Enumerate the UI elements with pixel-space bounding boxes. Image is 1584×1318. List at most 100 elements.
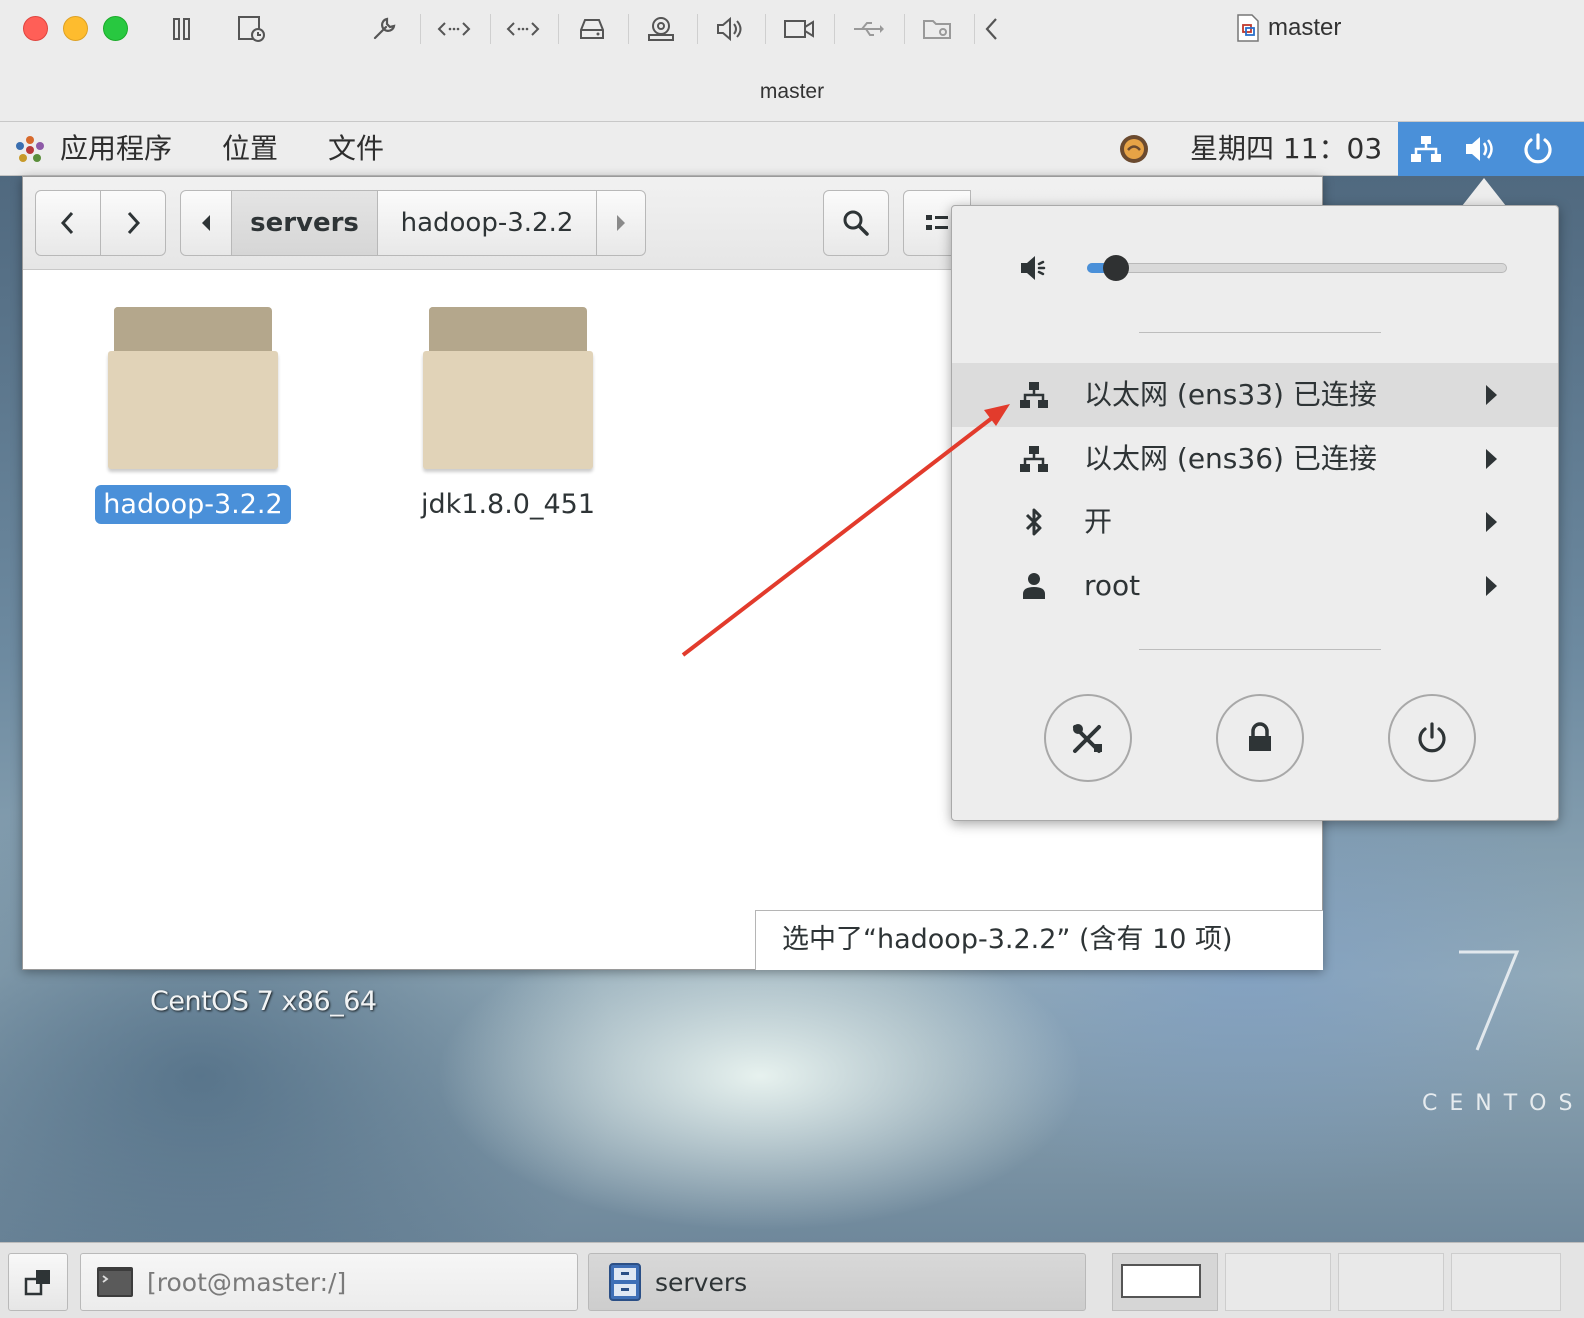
network-icon bbox=[1016, 441, 1052, 477]
centos-seven-logo-icon bbox=[1459, 950, 1520, 1051]
system-status-area[interactable] bbox=[1398, 122, 1584, 176]
lock-screen-button[interactable] bbox=[1216, 694, 1304, 782]
tray-app-icon[interactable] bbox=[1118, 133, 1150, 169]
taskbar-label: servers bbox=[655, 1267, 748, 1297]
close-window-button[interactable] bbox=[23, 16, 48, 41]
triangle-left-icon bbox=[202, 215, 210, 231]
file-name: hadoop-3.2.2 bbox=[95, 485, 291, 524]
vm-document-title: master bbox=[1236, 10, 1341, 46]
volume-muted-icon bbox=[1018, 252, 1052, 288]
menu-files[interactable]: 文件 bbox=[328, 122, 384, 176]
breadcrumb-label: hadoop-3.2.2 bbox=[400, 208, 574, 238]
chevron-right-icon bbox=[127, 211, 141, 235]
selection-status-bar: 选中了“hadoop-3.2.2” (含有 10 项) bbox=[755, 910, 1323, 970]
volume-row bbox=[952, 246, 1558, 290]
system-menu: 以太网 (ens33) 已连接 以太网 (ens36) 已连接 开 root bbox=[951, 205, 1559, 821]
zoom-window-button[interactable] bbox=[103, 16, 128, 41]
terminal-icon bbox=[97, 1267, 133, 1297]
speaker-icon[interactable] bbox=[710, 10, 750, 48]
workspace-1[interactable] bbox=[1112, 1253, 1218, 1311]
toolbar-divider bbox=[904, 14, 905, 44]
power-icon bbox=[1518, 130, 1558, 168]
bottom-taskbar: [root@master:/] servers bbox=[0, 1242, 1584, 1318]
window-title: master bbox=[759, 80, 825, 103]
file-name: jdk1.8.0_451 bbox=[420, 489, 595, 520]
menu-places[interactable]: 位置 bbox=[222, 122, 278, 176]
vm-window-titlebar: master master bbox=[0, 0, 1584, 122]
minimize-window-button[interactable] bbox=[63, 16, 88, 41]
code-arrows-icon[interactable] bbox=[503, 10, 543, 48]
submenu-arrow-icon bbox=[1486, 385, 1497, 405]
chevron-left-icon[interactable] bbox=[972, 10, 1012, 48]
taskbar-files[interactable]: servers bbox=[588, 1253, 1086, 1311]
workspace-4[interactable] bbox=[1451, 1253, 1561, 1311]
menu-item-label: 开 bbox=[1084, 505, 1113, 538]
wrench-icon[interactable] bbox=[364, 10, 404, 48]
menu-separator bbox=[1139, 332, 1381, 333]
pause-icon[interactable] bbox=[162, 10, 202, 48]
desktop-os-label: CentOS 7 x86_64 bbox=[150, 986, 377, 1017]
show-desktop-button[interactable] bbox=[8, 1253, 68, 1311]
vm-document-name: master bbox=[1268, 14, 1342, 41]
disk-icon[interactable] bbox=[572, 10, 612, 48]
power-icon bbox=[1418, 722, 1446, 753]
menu-item-ethernet-ens36[interactable]: 以太网 (ens36) 已连接 bbox=[952, 427, 1558, 491]
lock-icon bbox=[1249, 722, 1271, 751]
menu-item-ethernet-ens33[interactable]: 以太网 (ens33) 已连接 bbox=[952, 363, 1558, 427]
menu-applications[interactable]: 应用程序 bbox=[60, 122, 172, 176]
folder-item[interactable]: hadoop-3.2.2 bbox=[93, 307, 293, 524]
breadcrumb-label: servers bbox=[250, 208, 359, 238]
toolbar-divider bbox=[765, 14, 766, 44]
workspace-2[interactable] bbox=[1225, 1253, 1331, 1311]
usb-icon[interactable] bbox=[848, 10, 888, 48]
power-off-button[interactable] bbox=[1388, 694, 1476, 782]
menu-item-bluetooth[interactable]: 开 bbox=[952, 490, 1558, 554]
volume-icon bbox=[1460, 130, 1500, 168]
chevron-left-icon bbox=[60, 211, 74, 235]
breadcrumb-hadoop[interactable]: hadoop-3.2.2 bbox=[377, 190, 597, 256]
folder-item[interactable]: jdk1.8.0_451 bbox=[408, 307, 608, 524]
folder-icon bbox=[423, 307, 593, 473]
menu-item-label: 以太网 (ens36) 已连接 bbox=[1084, 442, 1377, 475]
clock[interactable]: 星期四 11：03 bbox=[1190, 122, 1382, 176]
file-cabinet-icon bbox=[609, 1263, 641, 1301]
volume-slider-handle[interactable] bbox=[1103, 255, 1130, 281]
snapshot-icon[interactable] bbox=[231, 10, 271, 48]
camera-icon[interactable] bbox=[641, 10, 681, 48]
toolbar-divider bbox=[490, 14, 491, 44]
forward-button[interactable] bbox=[100, 190, 166, 256]
gnome-apps-logo-icon[interactable] bbox=[14, 134, 46, 168]
code-arrows-icon[interactable] bbox=[434, 10, 474, 48]
menu-separator bbox=[1139, 649, 1381, 650]
toolbar-divider bbox=[697, 14, 698, 44]
toolbar-divider bbox=[558, 14, 559, 44]
settings-button[interactable] bbox=[1044, 694, 1132, 782]
workspace-3[interactable] bbox=[1338, 1253, 1444, 1311]
system-menu-pointer bbox=[1462, 178, 1506, 206]
bluetooth-icon bbox=[1016, 504, 1052, 540]
taskbar-label: [root@master:/] bbox=[147, 1267, 347, 1297]
taskbar-terminal[interactable]: [root@master:/] bbox=[80, 1253, 578, 1311]
menu-item-user-root[interactable]: root bbox=[952, 554, 1558, 618]
breadcrumb-scroll-left-button[interactable] bbox=[180, 190, 232, 256]
breadcrumb-scroll-right-button[interactable] bbox=[596, 190, 646, 256]
user-icon bbox=[1016, 568, 1052, 604]
toolbar-divider bbox=[628, 14, 629, 44]
breadcrumb-servers[interactable]: servers bbox=[231, 190, 378, 256]
submenu-arrow-icon bbox=[1486, 449, 1497, 469]
menu-item-label: 以太网 (ens33) 已连接 bbox=[1084, 378, 1377, 411]
centos-brand-word: CENTOS bbox=[1422, 1091, 1584, 1116]
folder-icon bbox=[108, 307, 278, 473]
search-button[interactable] bbox=[823, 190, 889, 256]
network-icon bbox=[1406, 130, 1446, 168]
menu-item-label: root bbox=[1084, 569, 1141, 602]
submenu-arrow-icon bbox=[1486, 512, 1497, 532]
volume-slider-track[interactable] bbox=[1087, 263, 1507, 273]
toolbar-divider bbox=[420, 14, 421, 44]
gnome-top-bar: 应用程序 位置 文件 星期四 11：03 bbox=[0, 122, 1584, 176]
search-icon bbox=[843, 210, 869, 236]
folder-share-icon[interactable] bbox=[918, 10, 958, 48]
back-button[interactable] bbox=[35, 190, 101, 256]
vm-document-icon bbox=[1237, 14, 1259, 42]
video-icon[interactable] bbox=[779, 10, 819, 48]
